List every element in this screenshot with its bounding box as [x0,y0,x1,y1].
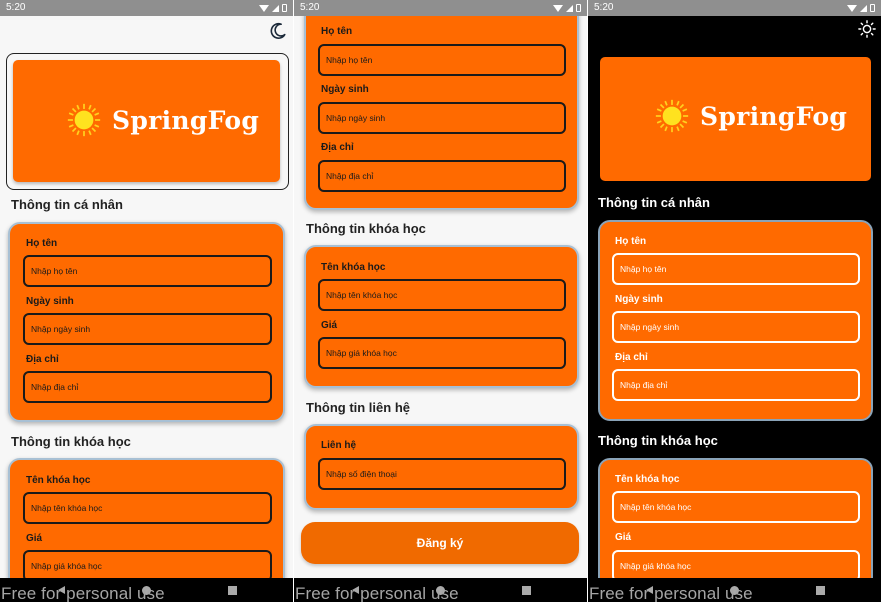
status-bar: 5:20 [588,0,881,16]
phone-screen-dark: 5:20 SpringFog Thông tin cá nhân Họ tên … [588,0,881,602]
label-price: Giá [615,532,632,543]
watermark: Free for personal use [295,584,459,602]
personal-info-card: Họ tên Nhập họ tên Ngày sinh Nhập ngày s… [304,4,579,210]
course-info-card: Tên khóa học Nhập tên khóa học Giá Nhập … [8,458,285,598]
label-course-name: Tên khóa học [615,474,680,485]
recents-icon[interactable] [228,586,237,595]
status-time: 5:20 [300,2,320,13]
sun-icon[interactable] [858,20,876,38]
label-course-name: Tên khóa học [321,262,386,273]
personal-info-card: Họ tên Nhập họ tên Ngày sinh Nhập ngày s… [598,220,873,421]
recents-icon[interactable] [522,586,531,595]
phone-screen-light-scrolled: Họ tên Nhập họ tên Ngày sinh Nhập ngày s… [294,0,587,602]
recents-icon[interactable] [816,586,825,595]
section-title-personal: Thông tin cá nhân [598,195,710,210]
phone-screen-light-top: 5:20 SpringFog Thông tin cá nhân Họ tên … [0,0,293,602]
label-price: Giá [26,533,43,544]
course-name-input[interactable]: Nhập tên khóa học [612,491,860,523]
logo-banner: SpringFog [600,57,871,181]
watermark: Free for personal use [1,584,165,602]
label-full-name: Họ tên [321,26,353,37]
signal-icon [860,4,867,12]
course-name-input[interactable]: Nhập tên khóa học [318,279,566,311]
brand-name: SpringFog [112,106,260,135]
sun-logo-icon [67,103,101,137]
label-price: Giá [321,320,338,331]
section-title-course: Thông tin khóa học [598,433,718,448]
section-title-personal: Thông tin cá nhân [11,197,123,212]
status-bar: 5:20 [294,0,587,16]
course-info-card: Tên khóa học Nhập tên khóa học Giá Nhập … [304,245,579,388]
watermark: Free for personal use [589,584,753,602]
birth-date-input[interactable]: Nhập ngày sinh [318,102,566,134]
label-address: Địa chỉ [615,352,648,363]
wifi-icon [553,4,563,12]
brand-name: SpringFog [700,102,848,131]
label-birth-date: Ngày sinh [26,296,74,307]
full-name-input[interactable]: Nhập họ tên [612,253,860,285]
sun-logo-icon [655,99,689,133]
logo-frame: SpringFog [6,53,289,190]
battery-icon [576,4,581,12]
address-input[interactable]: Nhập địa chỉ [23,371,272,403]
full-name-input[interactable]: Nhập họ tên [318,44,566,76]
section-title-course: Thông tin khóa học [11,434,131,449]
course-info-card: Tên khóa học Nhập tên khóa học Giá Nhập … [598,458,873,598]
phone-number-input[interactable]: Nhập số điện thoại [318,458,566,490]
signal-icon [272,4,279,12]
label-birth-date: Ngày sinh [615,294,663,305]
label-address: Địa chỉ [321,142,354,153]
personal-info-card: Họ tên Nhập họ tên Ngày sinh Nhập ngày s… [8,222,285,422]
status-time: 5:20 [594,2,614,13]
battery-icon [282,4,287,12]
register-button[interactable]: Đăng ký [301,522,579,564]
system-nav-bar: Free for personal use [294,578,587,602]
section-title-contact: Thông tin liên hệ [306,400,410,415]
label-birth-date: Ngày sinh [321,84,369,95]
status-time: 5:20 [6,2,26,13]
system-nav-bar: Free for personal use [0,578,293,602]
contact-info-card: Liên hệ Nhập số điện thoại [304,424,579,510]
wifi-icon [259,4,269,12]
label-course-name: Tên khóa học [26,475,91,486]
label-address: Địa chỉ [26,354,59,365]
label-contact: Liên hệ [321,440,357,451]
signal-icon [566,4,573,12]
logo-banner: SpringFog [13,60,280,182]
system-nav-bar: Free for personal use [588,578,881,602]
full-name-input[interactable]: Nhập họ tên [23,255,272,287]
birth-date-input[interactable]: Nhập ngày sinh [612,311,860,343]
wifi-icon [847,4,857,12]
birth-date-input[interactable]: Nhập ngày sinh [23,313,272,345]
moon-icon[interactable] [269,22,287,40]
address-input[interactable]: Nhập địa chỉ [318,160,566,192]
course-name-input[interactable]: Nhập tên khóa học [23,492,272,524]
address-input[interactable]: Nhập địa chỉ [612,369,860,401]
section-title-course: Thông tin khóa học [306,221,426,236]
battery-icon [870,4,875,12]
label-full-name: Họ tên [26,238,58,249]
price-input[interactable]: Nhập giá khóa học [318,337,566,369]
label-full-name: Họ tên [615,236,647,247]
status-bar: 5:20 [0,0,293,16]
